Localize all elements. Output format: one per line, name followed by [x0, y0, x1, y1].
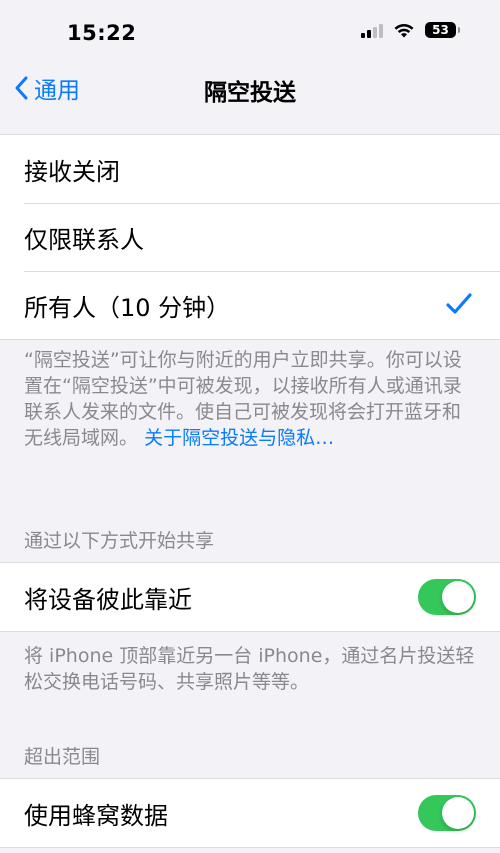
use-cellular-data-row: 使用蜂窝数据 — [0, 779, 500, 847]
bring-devices-together-toggle[interactable] — [418, 579, 476, 615]
use-cellular-data-toggle[interactable] — [418, 795, 476, 831]
toggle-label: 使用蜂窝数据 — [24, 801, 168, 830]
airdrop-options-group: 接收关闭 仅限联系人 所有人（10 分钟） — [0, 134, 500, 340]
range-section-header: 超出范围 — [24, 746, 101, 768]
battery-level: 53 — [432, 23, 449, 37]
airdrop-description: “隔空投送”可让你与附近的用户立即共享。你可以设置在“隔空投送”中可被发现，以接… — [24, 347, 476, 451]
status-time: 15:22 — [67, 21, 137, 45]
share-section-footer: 将 iPhone 顶部靠近另一台 iPhone，通过名片投送轻松交换电话号码、共… — [24, 645, 475, 693]
range-section-group: 使用蜂窝数据 — [0, 778, 500, 848]
option-contacts-only[interactable]: 仅限联系人 — [0, 203, 500, 271]
wifi-icon — [394, 23, 414, 38]
toggle-knob — [442, 581, 474, 613]
bring-devices-together-row: 将设备彼此靠近 — [0, 563, 500, 631]
option-everyone-10-min[interactable]: 所有人（10 分钟） — [0, 271, 500, 339]
checkmark-icon — [446, 293, 472, 314]
page-title: 隔空投送 — [204, 80, 296, 106]
option-label: 接收关闭 — [24, 157, 120, 186]
battery-icon: 53 — [425, 22, 460, 38]
share-section-group: 将设备彼此靠近 — [0, 562, 500, 632]
option-receiving-off[interactable]: 接收关闭 — [0, 135, 500, 203]
toggle-label: 将设备彼此靠近 — [24, 585, 192, 614]
cellular-signal-icon — [361, 23, 383, 38]
option-label: 所有人（10 分钟） — [24, 293, 231, 322]
navigation-bar: 通用 隔空投送 — [0, 66, 500, 110]
privacy-link[interactable]: 关于隔空投送与隐私… — [144, 427, 334, 449]
toggle-knob — [442, 797, 474, 829]
share-section-header: 通过以下方式开始共享 — [24, 530, 215, 552]
status-icons: 53 — [361, 22, 460, 38]
option-label: 仅限联系人 — [24, 225, 144, 254]
status-bar: 15:22 53 — [0, 0, 500, 66]
